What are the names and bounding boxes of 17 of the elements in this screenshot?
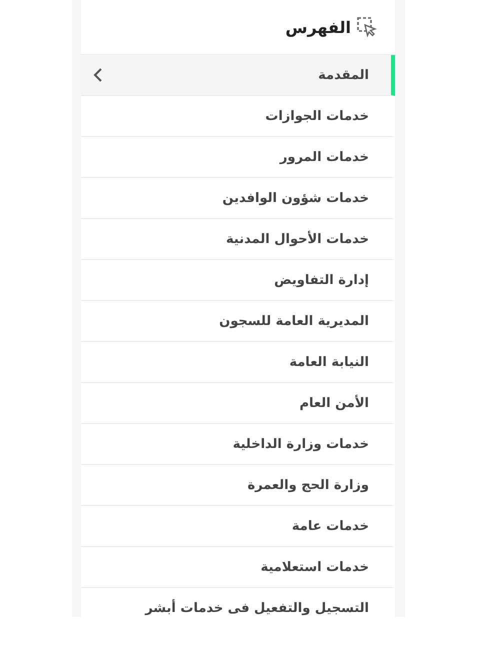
index-title: الفهرس bbox=[285, 18, 351, 36]
index-item[interactable]: الأمن العام bbox=[81, 383, 395, 424]
index-item[interactable]: إدارة التفاويض bbox=[81, 260, 395, 301]
index-item[interactable]: خدمات المرور bbox=[81, 137, 395, 178]
index-item[interactable]: وزارة الحج والعمرة bbox=[81, 465, 395, 506]
index-item[interactable]: خدمات وزارة الداخلية bbox=[81, 424, 395, 465]
index-item[interactable]: خدمات الجوازات bbox=[81, 96, 395, 137]
index-item[interactable]: التسجيل والتفعيل فى خدمات أبشر bbox=[81, 588, 395, 617]
index-item[interactable]: خدمات الأحوال المدنية bbox=[81, 219, 395, 260]
selection-cursor-icon bbox=[357, 17, 377, 37]
index-item[interactable]: خدمات شؤون الوافدين bbox=[81, 178, 395, 219]
index-item[interactable]: النيابة العامة bbox=[81, 342, 395, 383]
index-item[interactable]: المديرية العامة للسجون bbox=[81, 301, 395, 342]
index-item[interactable]: خدمات استعلامية bbox=[81, 547, 395, 588]
index-item[interactable]: خدمات عامة bbox=[81, 506, 395, 547]
chevron-left-icon bbox=[93, 67, 103, 83]
index-item[interactable]: المقدمة bbox=[81, 55, 395, 96]
